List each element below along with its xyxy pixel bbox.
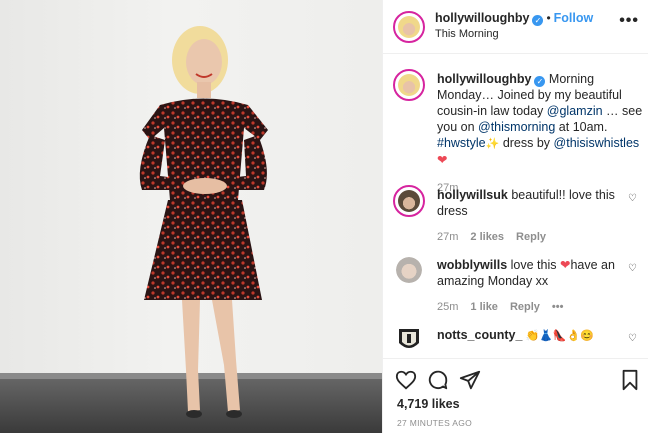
mention-glamzin[interactable]: @glamzin (547, 104, 603, 118)
comment-avatar[interactable] (396, 257, 422, 283)
like-comment-icon[interactable]: ♡ (628, 193, 637, 204)
separator-dot: • (546, 11, 551, 25)
post-actions: 4,719 likes 27 MINUTES AGO (383, 358, 648, 433)
comment-time: 25m (437, 301, 459, 313)
comment-avatar[interactable] (396, 325, 422, 355)
comments-list[interactable]: hollywilloughby ✓ Morning Monday… Joined … (383, 55, 648, 358)
comment-likes[interactable]: 1 like (470, 301, 498, 313)
comment-time: 27m (437, 231, 459, 243)
heart-emoji-icon: ❤ (559, 258, 571, 272)
hashtag-hwstyle[interactable]: #hwstyle (437, 136, 486, 150)
comment-likes[interactable]: 2 likes (470, 231, 504, 243)
mention-thisiswhistles[interactable]: @thisiswhistles (554, 136, 640, 150)
caption: hollywilloughby ✓ Morning Monday… Joined … (393, 69, 642, 194)
post-photo[interactable] (0, 0, 382, 433)
comment-username[interactable]: wobblywills (437, 258, 507, 272)
comment-username[interactable]: notts_county_ (437, 328, 522, 342)
save-bookmark-icon[interactable] (619, 369, 641, 391)
woman-in-dress-image (139, 26, 268, 418)
like-comment-icon[interactable]: ♡ (628, 333, 637, 344)
post-timestamp: 27 MINUTES AGO (397, 418, 473, 428)
caption-avatar[interactable] (393, 69, 425, 101)
likes-count[interactable]: 4,719 likes (397, 397, 460, 411)
location-link[interactable]: This Morning (435, 28, 499, 40)
like-heart-icon[interactable] (395, 369, 417, 391)
verified-icon: ✓ (532, 15, 544, 26)
comment-bubble-icon[interactable] (427, 369, 449, 391)
sparkles-icon: ✨ (485, 138, 500, 150)
comment-item: notts_county_ 👏👗👠👌😊 ♡ (393, 325, 639, 357)
like-comment-icon[interactable]: ♡ (628, 263, 637, 274)
post-header: hollywilloughby ✓ • Follow This Morning ••• (383, 0, 648, 54)
comment-username[interactable]: hollywillsuk (437, 188, 508, 202)
share-send-icon[interactable] (459, 369, 481, 391)
comment-text: wobblywills love this ❤have an amazing M… (437, 258, 615, 313)
comment-item: hollywillsuk beautiful!! love this dress… (393, 185, 639, 245)
comment-text: notts_county_ 👏👗👠👌😊 (437, 328, 594, 342)
comment-item: wobblywills love this ❤have an amazing M… (393, 255, 639, 315)
post-panel: hollywilloughby ✓ • Follow This Morning •••… (382, 0, 648, 433)
caption-text: hollywilloughby ✓ Morning Monday… Joined … (437, 71, 647, 196)
more-options-icon[interactable]: ••• (619, 12, 639, 30)
follow-button[interactable]: Follow (554, 11, 594, 25)
verified-icon: ✓ (534, 76, 546, 87)
header-username[interactable]: hollywilloughby (435, 11, 529, 25)
notts-county-crest-icon (399, 329, 419, 348)
comment-more-icon[interactable]: ••• (552, 301, 564, 313)
caption-username[interactable]: hollywilloughby (437, 72, 531, 86)
comment-text: hollywillsuk beautiful!! love this dress… (437, 188, 615, 243)
comment-avatar[interactable] (393, 185, 425, 217)
heart-emoji-icon: ❤ (437, 153, 448, 167)
reply-button[interactable]: Reply (516, 231, 546, 243)
mention-thismorning[interactable]: @thismorning (478, 120, 555, 134)
reply-button[interactable]: Reply (510, 301, 540, 313)
profile-avatar[interactable] (393, 11, 425, 43)
